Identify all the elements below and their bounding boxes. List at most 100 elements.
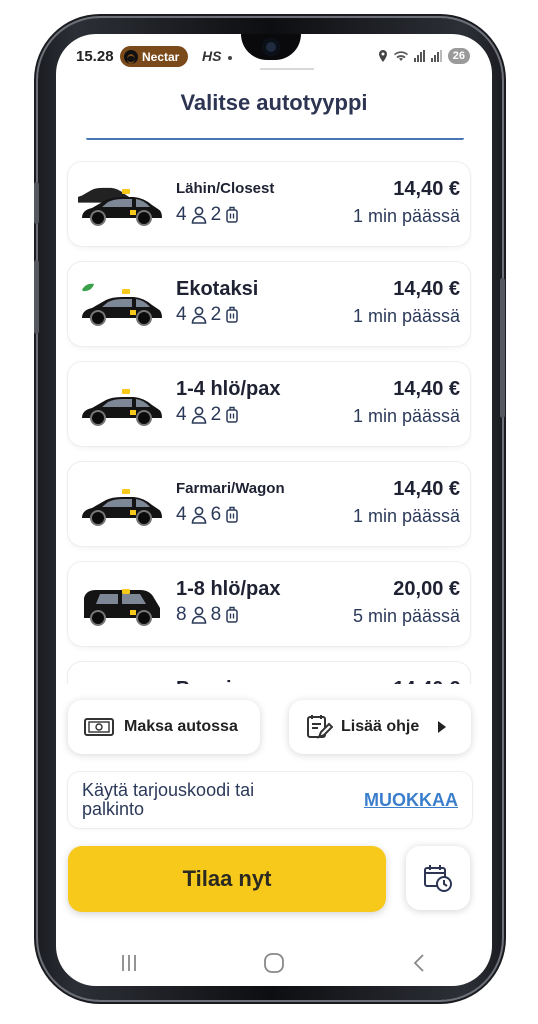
passenger-icon [191, 306, 206, 324]
capacity-row: 88 [176, 604, 239, 626]
car-thumbnail [74, 180, 164, 230]
car-thumbnail [78, 480, 164, 530]
car-option-card[interactable]: Ekotaksi 4 2 14,40 €1 min päässä [68, 262, 470, 346]
car-type-name: Farmari/Wagon [176, 480, 285, 497]
car-eta: 1 min päässä [352, 206, 460, 226]
page-title: Valitse autotyyppi [180, 90, 368, 115]
car-price: 20,00 € [393, 578, 460, 600]
car-image [84, 589, 160, 626]
luggage-icon [226, 406, 238, 423]
wifi-icon [393, 51, 408, 61]
bag-count: 2 [210, 404, 222, 425]
passenger-icon [191, 506, 206, 524]
car-thumbnail [78, 580, 164, 630]
order-now-button[interactable]: Tilaa nyt [68, 846, 386, 912]
bag-count: 8 [210, 604, 222, 625]
car-image [78, 680, 164, 684]
battery-indicator: 26 [447, 48, 470, 64]
car-type-name: 1-4 hlö/pax [176, 378, 281, 400]
signal-icon [413, 50, 425, 62]
car-price: 14,40 € [393, 378, 460, 400]
cash-icon [84, 718, 114, 736]
volume-button [34, 260, 39, 334]
pay-in-car-label: Maksa autossa [124, 718, 238, 735]
seat-count: 4 [176, 204, 187, 225]
car-eta: 1 min päässä [352, 506, 460, 526]
car-option-card[interactable]: Premium 14,40 € [68, 662, 470, 684]
app-short-icon: HS [202, 48, 222, 64]
schedule-ride-button[interactable] [406, 846, 470, 910]
note-edit-icon [307, 715, 333, 739]
promo-code-text: Käytä tarjouskoodi tai palkinto [82, 780, 255, 819]
car-eta: 1 min päässä [352, 406, 460, 426]
system-nav-bar [56, 940, 492, 986]
car-eta: 1 min päässä [352, 306, 460, 326]
car-thumbnail [78, 280, 164, 330]
recents-button[interactable] [99, 943, 159, 983]
status-bar: 15.28 Nectar HS 26 [56, 34, 492, 80]
car-thumbnail [78, 680, 164, 684]
car-option-card[interactable]: 1-8 hlö/pax 8 8 20,00 €5 min päässä [68, 562, 470, 646]
car-type-name: Lähin/Closest [176, 180, 275, 197]
car-price: 14,40 € [393, 478, 460, 500]
luggage-icon [226, 506, 238, 523]
home-button[interactable] [244, 943, 304, 983]
app-pill: Nectar [120, 46, 189, 67]
bag-count: 2 [210, 304, 222, 325]
car-type-name: Premium [176, 678, 262, 684]
car-type-name: 1-8 hlö/pax [176, 578, 281, 600]
pay-in-car-button[interactable]: Maksa autossa [68, 700, 260, 754]
car-image [74, 187, 162, 226]
notification-dot [228, 56, 232, 60]
car-image [82, 489, 162, 526]
add-note-button[interactable]: Lisää ohje [289, 700, 471, 754]
car-price: 14,40 € [393, 678, 460, 684]
volume-button [34, 182, 39, 224]
back-icon [414, 954, 424, 972]
recents-icon [121, 955, 136, 971]
seat-count: 4 [176, 504, 187, 525]
car-thumbnail [78, 380, 164, 430]
passenger-icon [191, 406, 206, 424]
car-image [82, 389, 162, 426]
location-icon [378, 50, 387, 62]
car-option-card[interactable]: Lähin/Closest 4 2 14,40 € 1 min päässä [68, 162, 470, 246]
luggage-icon [226, 206, 238, 223]
luggage-icon [226, 606, 238, 623]
title-divider [86, 138, 464, 140]
passenger-icon [191, 606, 206, 624]
car-option-card[interactable]: Farmari/Wagon 4 6 14,40 €1 min päässä [68, 462, 470, 546]
car-price: 14,40 € [393, 278, 460, 300]
car-eta: 5 min päässä [352, 606, 460, 626]
capacity-row: 46 [176, 504, 239, 526]
signal-icon [430, 50, 442, 62]
camera-icon [262, 38, 280, 56]
power-button [500, 278, 505, 418]
back-button[interactable] [389, 943, 449, 983]
bag-count: 2 [210, 204, 222, 225]
app-pill-label: Nectar [142, 49, 180, 64]
home-icon [264, 953, 284, 973]
promo-edit-link[interactable]: MUOKKAA [364, 790, 458, 811]
bag-count: 6 [210, 504, 222, 525]
car-type-name: Ekotaksi [176, 278, 259, 300]
screen: 15.28 Nectar HS 26 Valitse autotyyppi Lä… [56, 34, 492, 986]
car-image [82, 283, 162, 326]
caret-right-icon [438, 721, 447, 733]
seat-count: 4 [176, 404, 187, 425]
status-time: 15.28 [76, 48, 114, 65]
passenger-icon [191, 206, 206, 224]
capacity-row: 42 [176, 304, 239, 326]
car-type-list[interactable]: Lähin/Closest 4 2 14,40 €1 min päässä Ekotak… [66, 154, 472, 684]
pull-indicator [260, 68, 314, 70]
spotify-icon [124, 49, 138, 64]
seat-count: 8 [176, 604, 187, 625]
promo-code-row[interactable]: Käytä tarjouskoodi tai palkinto MUOKKAA [68, 772, 472, 828]
calendar-clock-icon [424, 865, 452, 892]
car-price: 14,40 € [393, 178, 460, 200]
add-note-label: Lisää ohje [341, 718, 420, 735]
luggage-icon [226, 306, 238, 323]
car-option-card[interactable]: 1-4 hlö/pax 4 2 14,40 €1 min päässä [68, 362, 470, 446]
capacity-row: 42 [176, 404, 239, 426]
seat-count: 4 [176, 304, 187, 325]
